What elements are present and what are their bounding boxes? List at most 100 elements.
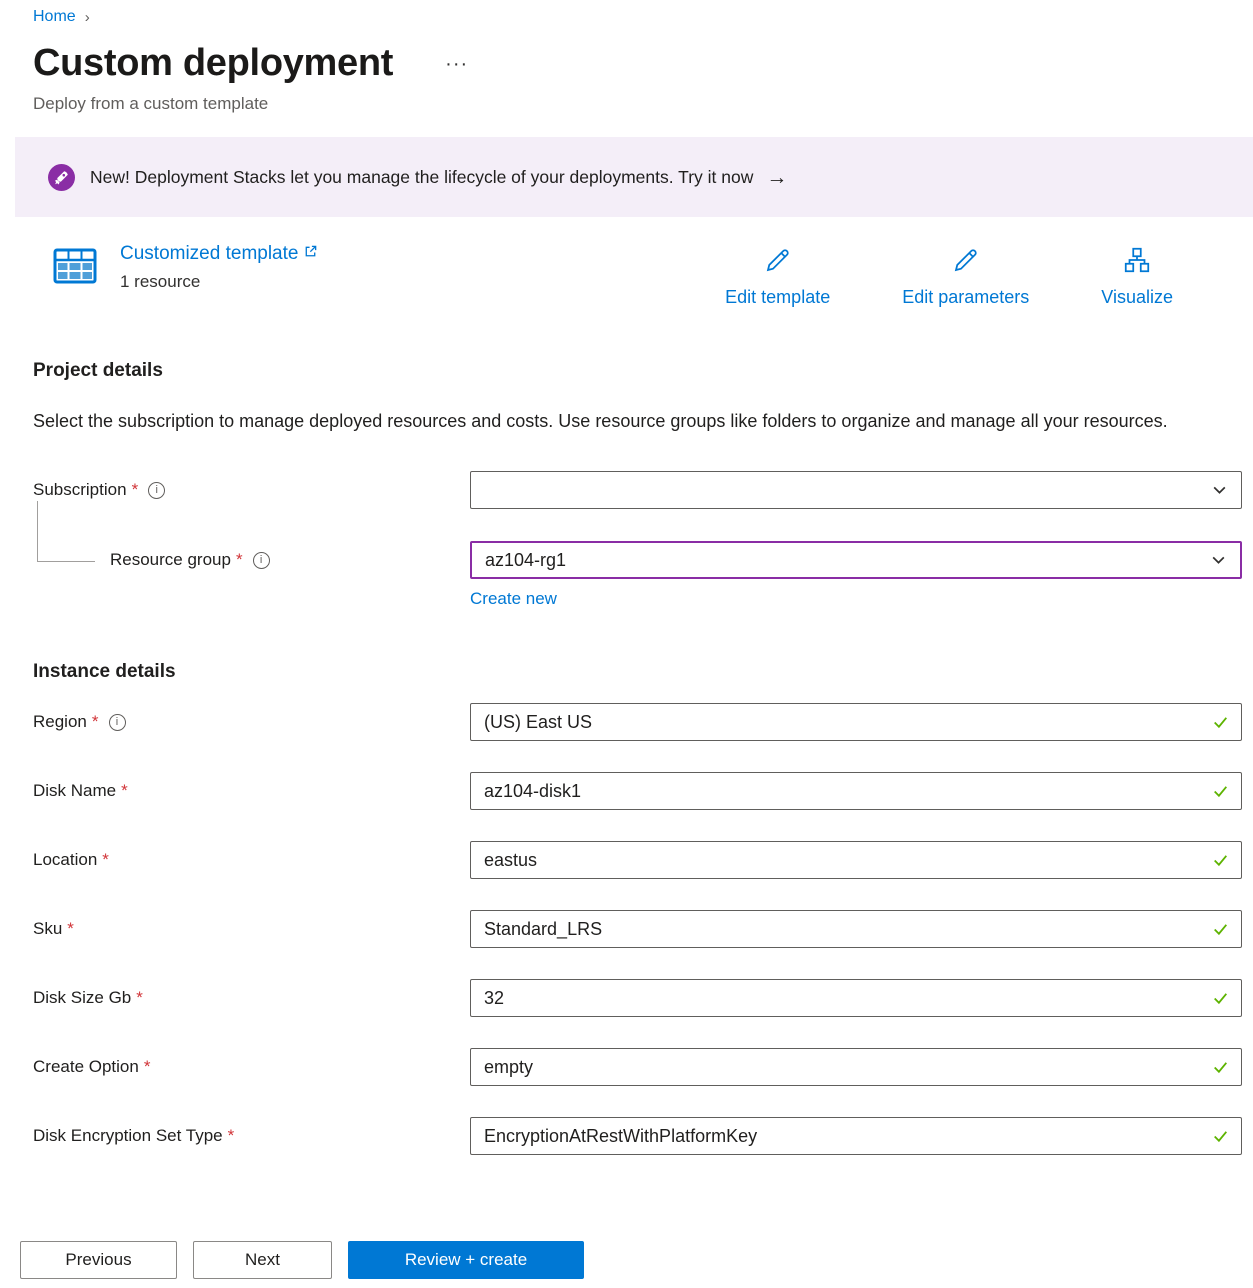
sku-input[interactable]: Standard_LRS	[470, 910, 1242, 948]
required-asterisk: *	[92, 712, 99, 732]
chevron-down-icon	[1211, 482, 1228, 499]
required-asterisk: *	[136, 988, 143, 1008]
customized-template-label: Customized template	[120, 243, 298, 265]
subscription-label-text: Subscription	[33, 480, 127, 500]
region-value: (US) East US	[484, 712, 592, 733]
template-summary: Customized template 1 resource Edit temp…	[52, 243, 1173, 308]
subscription-label: Subscription * i	[33, 480, 470, 500]
wizard-footer: Previous Next Review + create	[0, 1208, 1253, 1288]
sku-label-text: Sku	[33, 919, 62, 939]
chevron-down-icon	[1210, 552, 1227, 569]
form-row-disk-encryption-set-type: Disk Encryption Set Type * EncryptionAtR…	[33, 1117, 1253, 1155]
form-row-disk-name: Disk Name * az104-disk1	[33, 772, 1253, 810]
more-options-button[interactable]: ···	[441, 54, 472, 74]
required-asterisk: *	[102, 850, 109, 870]
form-row-location: Location * eastus	[33, 841, 1253, 879]
disk-name-value: az104-disk1	[484, 781, 581, 802]
breadcrumb-separator: ›	[85, 9, 90, 26]
valid-check-icon	[1211, 1127, 1230, 1146]
tree-connector	[37, 501, 95, 562]
disk-encryption-set-type-value: EncryptionAtRestWithPlatformKey	[484, 1126, 757, 1147]
pencil-icon	[951, 245, 981, 280]
visualize-label: Visualize	[1101, 287, 1173, 308]
info-icon[interactable]: i	[253, 552, 270, 569]
form-row-subscription: Subscription * i	[33, 471, 1253, 509]
form-row-create-option: Create Option * empty	[33, 1048, 1253, 1086]
location-value: eastus	[484, 850, 537, 871]
form-row-region: Region * i (US) East US	[33, 703, 1253, 741]
page-subtitle: Deploy from a custom template	[33, 94, 1253, 114]
resource-group-label: Resource group * i	[33, 550, 470, 570]
project-details-heading: Project details	[33, 360, 1253, 382]
sku-label: Sku *	[33, 919, 470, 939]
deployment-stacks-banner[interactable]: New! Deployment Stacks let you manage th…	[15, 137, 1253, 217]
next-button[interactable]: Next	[193, 1241, 332, 1279]
create-option-label-text: Create Option	[33, 1057, 139, 1077]
info-icon[interactable]: i	[148, 482, 165, 499]
disk-size-gb-value: 32	[484, 988, 504, 1009]
required-asterisk: *	[144, 1057, 151, 1077]
form-row-resource-group: Resource group * i az104-rg1	[33, 541, 1253, 579]
valid-check-icon	[1211, 1058, 1230, 1077]
edit-template-button[interactable]: Edit template	[725, 245, 830, 308]
project-details-description: Select the subscription to manage deploy…	[33, 406, 1181, 437]
disk-encryption-set-type-input[interactable]: EncryptionAtRestWithPlatformKey	[470, 1117, 1242, 1155]
edit-parameters-label: Edit parameters	[902, 287, 1029, 308]
pencil-icon	[763, 245, 793, 280]
region-input[interactable]: (US) East US	[470, 703, 1242, 741]
customized-template-link[interactable]: Customized template	[120, 243, 318, 265]
location-label: Location *	[33, 850, 470, 870]
project-details-form: Subscription * i Resource group * i az10…	[0, 471, 1253, 609]
disk-name-label: Disk Name *	[33, 781, 470, 801]
valid-check-icon	[1211, 920, 1230, 939]
visualize-icon	[1122, 245, 1152, 280]
sku-value: Standard_LRS	[484, 919, 602, 940]
valid-check-icon	[1211, 713, 1230, 732]
page-title: Custom deployment	[33, 42, 393, 85]
valid-check-icon	[1211, 989, 1230, 1008]
required-asterisk: *	[228, 1126, 235, 1146]
external-link-icon	[303, 243, 318, 265]
template-resource-count: 1 resource	[120, 272, 318, 292]
form-row-disk-size-gb: Disk Size Gb * 32	[33, 979, 1253, 1017]
resource-group-value: az104-rg1	[485, 550, 566, 571]
arrow-right-icon: →	[766, 167, 787, 188]
previous-button[interactable]: Previous	[20, 1241, 177, 1279]
create-option-input[interactable]: empty	[470, 1048, 1242, 1086]
edit-parameters-button[interactable]: Edit parameters	[902, 245, 1029, 308]
form-row-sku: Sku * Standard_LRS	[33, 910, 1253, 948]
instance-details-form: Region * i (US) East US Disk Name * az10…	[0, 703, 1253, 1155]
create-option-value: empty	[484, 1057, 533, 1078]
instance-details-heading: Instance details	[33, 661, 1253, 683]
breadcrumb-home-link[interactable]: Home	[33, 8, 76, 26]
subscription-dropdown[interactable]	[470, 471, 1242, 509]
required-asterisk: *	[121, 781, 128, 801]
valid-check-icon	[1211, 851, 1230, 870]
disk-encryption-set-type-label-text: Disk Encryption Set Type	[33, 1126, 223, 1146]
disk-encryption-set-type-label: Disk Encryption Set Type *	[33, 1126, 470, 1146]
disk-size-gb-label-text: Disk Size Gb	[33, 988, 131, 1008]
banner-text: New! Deployment Stacks let you manage th…	[90, 167, 753, 188]
create-option-label: Create Option *	[33, 1057, 470, 1077]
resource-group-dropdown[interactable]: az104-rg1	[470, 541, 1242, 579]
visualize-button[interactable]: Visualize	[1101, 245, 1173, 308]
required-asterisk: *	[236, 550, 243, 570]
review-create-button[interactable]: Review + create	[348, 1241, 584, 1279]
rocket-icon	[48, 164, 75, 191]
region-label: Region * i	[33, 712, 470, 732]
edit-template-label: Edit template	[725, 287, 830, 308]
breadcrumb: Home ›	[33, 8, 1253, 26]
location-label-text: Location	[33, 850, 97, 870]
disk-size-gb-label: Disk Size Gb *	[33, 988, 470, 1008]
location-input[interactable]: eastus	[470, 841, 1242, 879]
disk-size-gb-input[interactable]: 32	[470, 979, 1242, 1017]
create-new-link[interactable]: Create new	[470, 589, 557, 609]
required-asterisk: *	[132, 480, 139, 500]
resource-group-label-text: Resource group	[110, 550, 231, 570]
required-asterisk: *	[67, 919, 74, 939]
disk-name-label-text: Disk Name	[33, 781, 116, 801]
valid-check-icon	[1211, 782, 1230, 801]
template-icon	[52, 243, 98, 289]
info-icon[interactable]: i	[109, 714, 126, 731]
disk-name-input[interactable]: az104-disk1	[470, 772, 1242, 810]
